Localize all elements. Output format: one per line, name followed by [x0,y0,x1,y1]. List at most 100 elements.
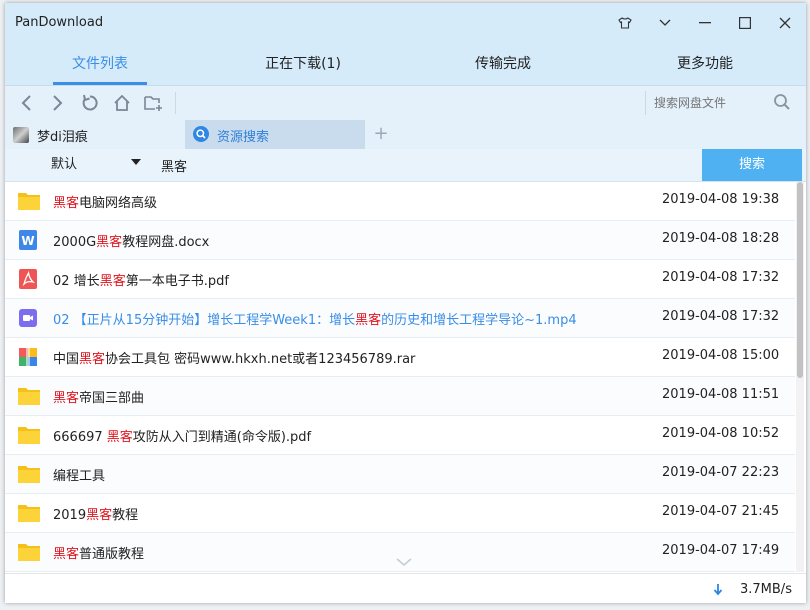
folder-icon [17,541,40,563]
folder-icon [17,190,40,212]
title-bar: PanDownload [5,3,806,43]
main-tabs: 文件列表 正在下载(1) 传输完成 更多功能 [5,43,806,86]
table-row[interactable]: 黑客帝国三部曲 2019-04-08 11:51 [5,377,795,416]
file-name[interactable]: 2019黑客教程 [53,504,138,523]
tab-completed[interactable]: 传输完成 [453,43,553,85]
keyword-highlight: 黑客 [53,547,80,562]
file-name[interactable]: 2000G黑客教程网盘.docx [53,231,209,250]
table-row[interactable]: 黑客电脑网络高级 2019-04-08 19:38 [5,182,795,221]
keyword-input[interactable] [157,152,697,178]
folder-icon [17,385,40,407]
file-date: 2019-04-08 17:32 [662,270,780,285]
file-name[interactable]: 黑客普通版教程 [53,543,144,562]
table-row[interactable]: 666697 黑客攻防从入门到精通(命令版).pdf 2019-04-08 10:… [5,416,795,455]
file-list: 黑客电脑网络高级 2019-04-08 19:38 W 2000G黑客教程网盘.doc… [5,182,795,572]
file-name[interactable]: 02 【正片从15分钟开始】增长工程学Week1：增长黑客的历史和增长工程学导论… [53,309,577,328]
file-name-text: 普通版教程 [79,547,145,562]
file-date: 2019-04-08 10:52 [662,426,780,441]
table-row[interactable]: 02 【正片从15分钟开始】增长工程学Week1：增长黑客的历史和增长工程学导论… [5,299,795,338]
toolbar [5,86,806,121]
keyword-highlight: 黑客 [86,508,113,523]
file-date: 2019-04-08 11:51 [662,387,780,402]
svg-text:W: W [21,234,34,248]
scroll-thumb[interactable] [797,182,803,378]
keyword-highlight: 黑客 [106,430,133,445]
archive-icon [17,346,39,368]
app-window: PanDownload 文件列表 正在下载(1) 传输完成 更多功能 搜索网盘文… [5,3,806,603]
keyword-highlight: 黑客 [79,352,106,367]
tab-downloading[interactable]: 正在下载(1) [243,43,363,85]
table-row[interactable]: W 2000G黑客教程网盘.docx 2019-04-08 18:28 [5,221,795,260]
dropdown-arrow-icon [131,159,141,165]
table-row[interactable]: 2019黑客教程 2019-04-07 21:45 [5,494,795,533]
file-name-text: 02 增长 [53,274,100,289]
table-row[interactable]: 02 增长黑客第一本电子书.pdf 2019-04-08 17:32 [5,260,795,299]
pdf-icon [17,268,39,290]
folder-icon [17,463,40,485]
refresh-icon[interactable] [78,92,102,114]
file-date: 2019-04-08 15:00 [662,348,780,363]
search-icon[interactable] [773,93,791,115]
file-name[interactable]: 中国黑客协会工具包 密码www.hkxh.net或者123456789.rar [53,348,415,367]
file-date: 2019-04-07 22:23 [662,465,780,480]
minimize-button[interactable] [688,9,722,37]
file-name-text: 协会工具包 密码www.hkxh.net或者123456789.rar [105,352,416,367]
file-name-text: 编程工具 [53,469,106,484]
download-arrow-icon [713,583,723,601]
resource-search-label: 资源搜索 [217,130,270,145]
video-icon [17,307,39,329]
file-name-text: 中国 [53,352,80,367]
sort-select[interactable] [13,153,151,177]
file-date: 2019-04-07 17:49 [662,543,780,558]
tab-file-list[interactable]: 文件列表 [50,43,150,85]
vertical-scrollbar[interactable] [796,182,804,572]
maximize-button[interactable] [728,9,762,37]
toolbar-separator [175,92,176,114]
file-name[interactable]: 黑客电脑网络高级 [53,192,157,211]
new-folder-icon[interactable] [142,92,166,114]
file-date: 2019-04-08 18:28 [662,231,780,246]
file-name-text: 教程 [112,508,139,523]
file-name-text: 攻防从入门到精通(命令版).pdf [132,430,312,445]
file-name-text: 2000G [53,235,97,250]
folder-icon [17,424,40,446]
table-row[interactable]: 编程工具 2019-04-07 22:23 [5,455,795,494]
download-speed: 3.7MB/s [740,582,792,597]
search-button[interactable]: 搜索 [702,149,802,181]
account-name[interactable]: 梦di泪痕 [37,126,88,145]
avatar [13,127,29,143]
file-name-text: 教程网盘.docx [122,235,210,250]
forward-arrow-icon[interactable] [45,92,69,114]
active-tab-indicator [53,82,147,85]
tab-resource-search[interactable]: 资源搜索 [185,120,365,149]
skin-shirt-icon[interactable] [608,9,642,37]
file-name-text: 第一本电子书.pdf [125,274,229,289]
account-tab-bar: 梦di泪痕 资源搜索 + [5,120,806,150]
status-bar: 3.7MB/s [5,573,806,603]
file-name-text: 帝国三部曲 [79,391,145,406]
file-name[interactable]: 666697 黑客攻防从入门到精通(命令版).pdf [53,426,311,445]
chevron-down-icon[interactable] [395,556,413,571]
keyword-highlight: 黑客 [53,196,80,211]
keyword-highlight: 黑客 [96,235,123,250]
keyword-highlight: 黑客 [99,274,126,289]
app-title: PanDownload [15,15,104,30]
chevron-down-icon[interactable] [648,9,682,37]
file-name[interactable]: 黑客帝国三部曲 [53,387,144,406]
tab-more-features[interactable]: 更多功能 [655,43,755,85]
file-name[interactable]: 02 增长黑客第一本电子书.pdf [53,270,229,289]
sort-value: 默认 [51,157,78,172]
word-doc-icon: W [17,229,39,251]
close-button[interactable] [768,9,802,37]
folder-icon [17,502,40,524]
file-name-text: 的历史和增长工程学导论~1.mp4 [381,313,577,328]
home-icon[interactable] [110,92,134,114]
file-name-text: 2019 [53,508,87,523]
file-name-text: 电脑网络高级 [79,196,158,211]
table-row[interactable]: 中国黑客协会工具包 密码www.hkxh.net或者123456789.rar 2… [5,338,795,377]
keyword-highlight: 黑客 [53,391,80,406]
file-name[interactable]: 编程工具 [53,465,105,484]
add-tab-icon[interactable]: + [371,123,391,144]
file-date: 2019-04-08 17:32 [662,309,780,324]
back-arrow-icon[interactable] [15,92,39,114]
